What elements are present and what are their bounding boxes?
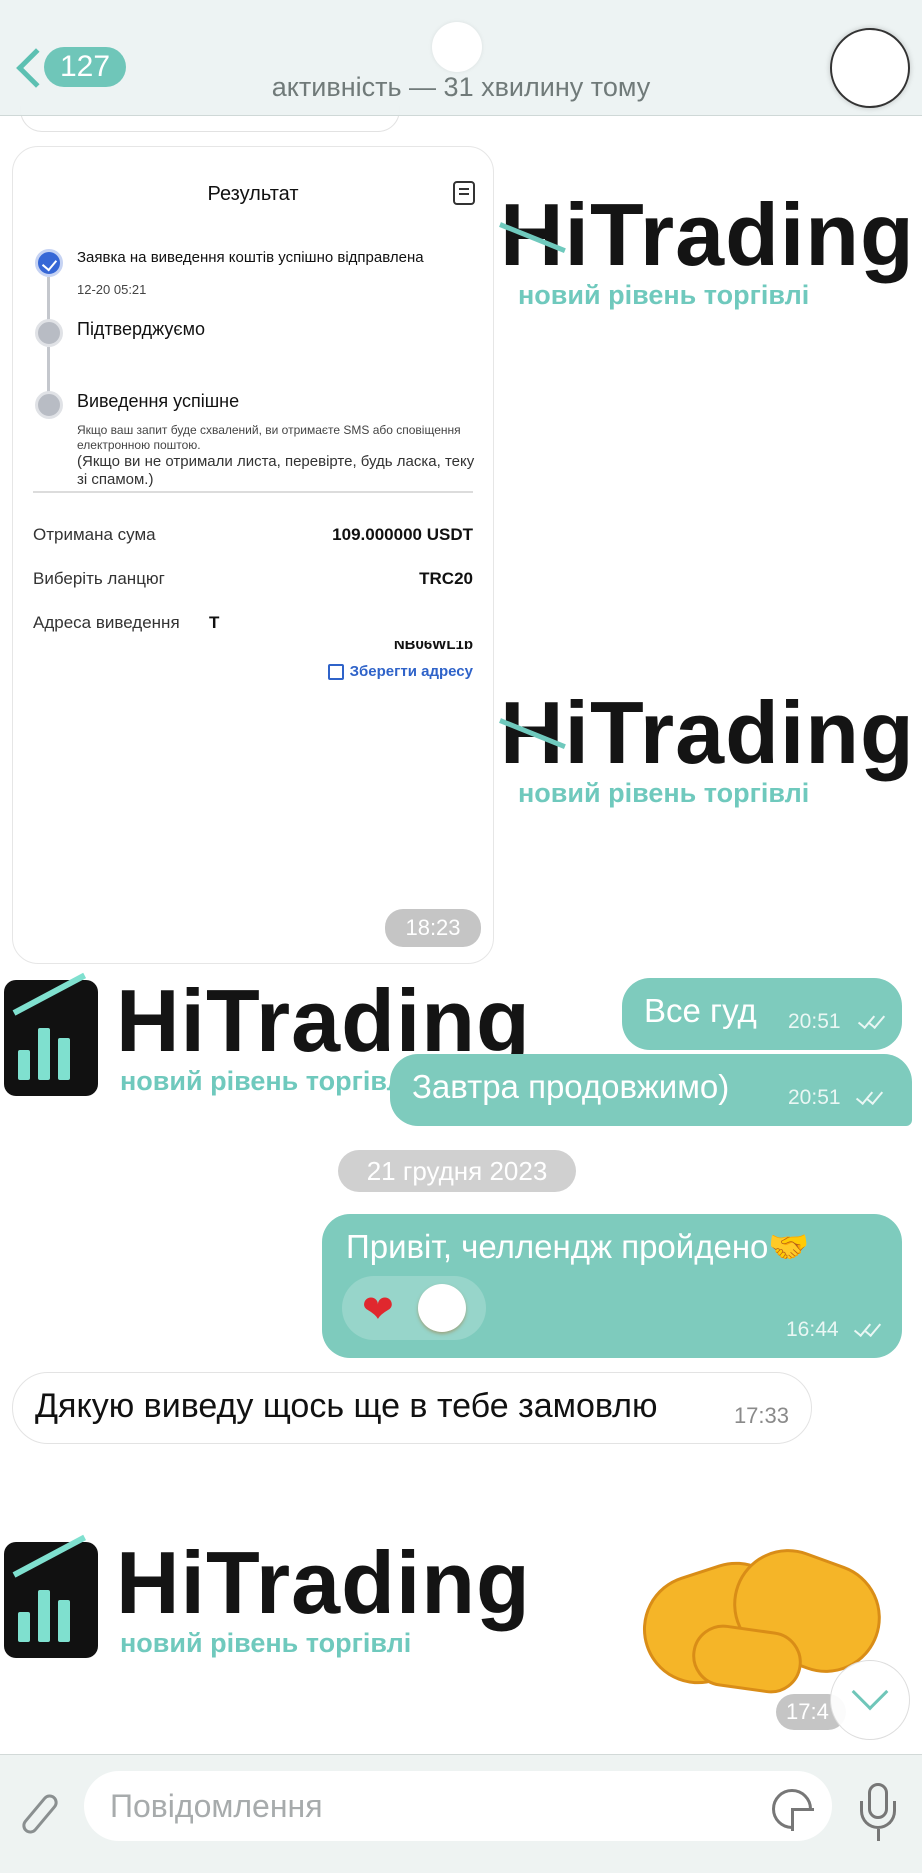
message-text: Завтра продовжимо) bbox=[412, 1068, 730, 1105]
step-1-label: Заявка на виведення коштів успішно відпр… bbox=[77, 249, 424, 266]
message-text: Привіт, челлендж пройдено🤝 bbox=[346, 1228, 810, 1265]
step-3-note: (Якщо ви не отримали листа, перевірте, б… bbox=[77, 453, 475, 488]
read-ticks-icon bbox=[857, 1010, 888, 1030]
wallpaper-brand: HiTrading bbox=[116, 971, 531, 1070]
heart-icon: ❤ bbox=[362, 1287, 394, 1331]
divider bbox=[33, 491, 473, 493]
chain-label: Виберіть ланцюг bbox=[33, 569, 165, 588]
address-value: T bbox=[209, 613, 220, 632]
paperclip-icon[interactable] bbox=[16, 1791, 61, 1837]
save-address-link: Зберегти адресу bbox=[327, 663, 473, 680]
wallpaper-brand: HiTrading bbox=[116, 1533, 531, 1632]
message-time: 20:51 bbox=[788, 1010, 841, 1033]
step-2-label: Підтверджуємо bbox=[77, 319, 205, 339]
contact-status: активність — 31 хвилину тому bbox=[271, 72, 651, 102]
wallpaper-tagline: новий рівень торгівлі bbox=[120, 1628, 412, 1658]
document-icon bbox=[453, 181, 475, 205]
message-time: 17:33 bbox=[733, 1403, 789, 1428]
step-pending-dot bbox=[35, 391, 63, 419]
wallpaper-mark-icon bbox=[4, 1534, 98, 1658]
chat-header: 127 активність — 31 хвилину тому bbox=[0, 0, 922, 116]
outgoing-message[interactable]: Привіт, челлендж пройдено🤝 ❤ 16:44 bbox=[322, 1214, 902, 1358]
chevron-down-icon bbox=[851, 1673, 889, 1711]
result-title: Результат bbox=[207, 183, 299, 205]
contact-name-placeholder[interactable] bbox=[432, 22, 482, 72]
message-time: 20:51 bbox=[788, 1086, 841, 1109]
step-pending-dot bbox=[35, 319, 63, 347]
message-input-bar bbox=[0, 1754, 922, 1873]
step-3-label: Виведення успішне bbox=[77, 391, 240, 411]
wallpaper-mark-icon bbox=[4, 972, 98, 1096]
message-time: 18:23 bbox=[385, 909, 481, 947]
reaction-avatar bbox=[418, 1284, 466, 1332]
outgoing-message[interactable]: Все гуд 20:51 bbox=[622, 978, 902, 1050]
scroll-down-button[interactable] bbox=[830, 1660, 910, 1740]
amount-label: Отримана сума bbox=[33, 525, 156, 544]
address-cut: NB06WL1p bbox=[394, 641, 473, 649]
image-message[interactable]: Результат Заявка на виведення коштів усп… bbox=[12, 146, 494, 964]
message-input[interactable] bbox=[84, 1771, 832, 1841]
read-ticks-icon bbox=[855, 1086, 886, 1106]
wallpaper-tagline: новий рівень торгівлі bbox=[518, 280, 810, 310]
microphone-icon[interactable] bbox=[858, 1783, 898, 1843]
step-3-note-small: Якщо ваш запит буде схвалений, ви отрима… bbox=[77, 423, 461, 452]
step-done-check-icon bbox=[35, 249, 63, 277]
message-text: Дякую виведу щось ще в тебе замовлю bbox=[35, 1387, 658, 1425]
wallpaper-brand: HiTrading bbox=[500, 683, 915, 782]
date-separator: 21 грудня 2023 bbox=[338, 1150, 576, 1192]
address-label: Адреса виведення bbox=[33, 613, 180, 632]
sticker-icon[interactable] bbox=[772, 1789, 814, 1831]
message-text: Все гуд bbox=[644, 992, 757, 1029]
wallpaper-logo: HiTrading новий рівень торгівлі bbox=[4, 1533, 531, 1658]
step-1-time: 12-20 05:21 bbox=[77, 282, 147, 297]
amount-value: 109.000000 USDT bbox=[332, 525, 473, 544]
read-ticks-icon bbox=[853, 1318, 884, 1338]
message-reactions[interactable]: ❤ bbox=[342, 1276, 486, 1340]
message-time: 16:44 bbox=[786, 1318, 839, 1341]
chain-value: TRC20 bbox=[419, 569, 473, 588]
outgoing-message[interactable]: Завтра продовжимо) 20:51 bbox=[390, 1054, 912, 1126]
save-address-label: Зберегти адресу bbox=[349, 663, 473, 680]
wallpaper-tagline: новий рівень торгівлі bbox=[518, 778, 810, 808]
incoming-message[interactable]: Дякую виведу щось ще в тебе замовлю 17:3… bbox=[12, 1372, 812, 1444]
save-icon bbox=[327, 663, 344, 680]
contact-avatar[interactable] bbox=[830, 28, 910, 108]
wallpaper-brand: HiTrading bbox=[500, 185, 915, 284]
